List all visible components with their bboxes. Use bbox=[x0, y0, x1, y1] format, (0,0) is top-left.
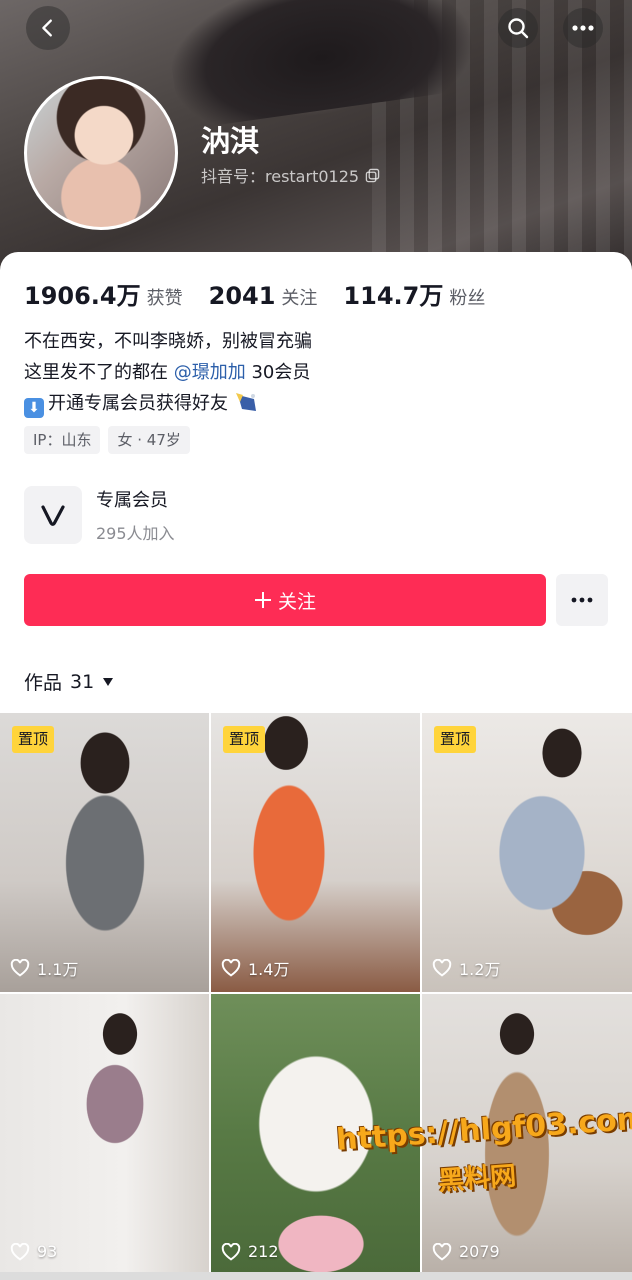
video-thumbnail[interactable]: 93 bbox=[0, 994, 209, 1273]
profile-nickname: 汭淇 bbox=[201, 124, 260, 158]
bio-text: 开通专属会员获得好友 bbox=[48, 393, 228, 414]
thumbnail-image bbox=[211, 713, 420, 992]
pinned-badge: 置顶 bbox=[223, 726, 266, 753]
works-count: 31 bbox=[70, 670, 95, 693]
search-icon bbox=[508, 18, 529, 39]
membership-logo bbox=[24, 486, 82, 544]
likes-count: 93 bbox=[37, 1242, 58, 1261]
follow-button[interactable]: 关注 bbox=[24, 574, 546, 626]
stat-value: 1906.4万 bbox=[24, 282, 141, 310]
video-likes: 212 bbox=[221, 1242, 279, 1261]
membership-title: 专属会员 bbox=[96, 490, 168, 511]
video-likes: 1.2万 bbox=[432, 956, 500, 980]
membership-text: 专属会员 295人加入 bbox=[96, 486, 175, 544]
stat-value: 2041 bbox=[208, 282, 276, 310]
heart-outline-icon bbox=[221, 959, 241, 977]
follow-label: 关注 bbox=[277, 590, 316, 613]
back-button[interactable] bbox=[26, 6, 70, 50]
bio-line: 这里发不了的都在 @璟加加 30会员 bbox=[24, 357, 312, 388]
membership-subtitle: 295人加入 bbox=[96, 524, 175, 543]
copy-icon[interactable] bbox=[365, 168, 380, 183]
video-thumbnail[interactable]: 置顶 1.4万 bbox=[211, 713, 420, 992]
video-likes: 2079 bbox=[432, 1242, 500, 1261]
bio-line: 不在西安，不叫李晓娇，别被冒充骗 bbox=[24, 331, 312, 352]
stat-following[interactable]: 2041 关注 bbox=[209, 282, 318, 310]
likes-count: 1.1万 bbox=[37, 960, 79, 979]
video-likes: 93 bbox=[10, 1242, 57, 1261]
plus-icon bbox=[254, 592, 271, 608]
stat-label: 关注 bbox=[281, 288, 318, 309]
stat-value: 114.7万 bbox=[343, 282, 444, 310]
stat-likes[interactable]: 1906.4万 获赞 bbox=[24, 276, 183, 311]
chevron-left-icon bbox=[42, 19, 52, 37]
video-likes: 1.4万 bbox=[221, 956, 289, 980]
more-horizontal-icon bbox=[572, 25, 594, 31]
likes-count: 1.2万 bbox=[459, 960, 501, 979]
gender-age-tag: 女 · 47岁 bbox=[108, 426, 190, 454]
video-grid: 置顶 1.1万 置顶 1.4万 置顶 1.2万 93 212 2079 bbox=[0, 713, 632, 1273]
tab-works[interactable]: 作品 31 bbox=[24, 668, 114, 695]
heart-outline-icon bbox=[432, 1242, 452, 1261]
likes-count: 2079 bbox=[459, 1242, 500, 1261]
stat-label: 获赞 bbox=[146, 288, 183, 309]
heart-outline-icon bbox=[432, 959, 452, 977]
profile-stats: 1906.4万 获赞 2041 关注 114.7万 粉丝 bbox=[24, 276, 511, 311]
next-row-peek bbox=[0, 1272, 632, 1280]
avatar[interactable] bbox=[24, 76, 178, 230]
works-label: 作品 bbox=[24, 672, 63, 694]
v-logo-icon bbox=[41, 505, 65, 526]
arrow-down-emoji-icon: ⬇ bbox=[24, 398, 44, 418]
video-likes: 1.1万 bbox=[10, 956, 78, 980]
profile-more-button[interactable] bbox=[556, 574, 608, 626]
profile-bio: 不在西安，不叫李晓娇，别被冒充骗 这里发不了的都在 @璟加加 30会员 ⬇ 开通专… bbox=[24, 326, 312, 419]
caret-down-icon bbox=[103, 677, 114, 686]
watermark-name: 黑料网 bbox=[437, 1161, 518, 1197]
stat-followers[interactable]: 114.7万 粉丝 bbox=[343, 276, 485, 311]
thumbnail-image bbox=[0, 994, 209, 1273]
thumbnail-image bbox=[422, 713, 632, 992]
thumbnail-image bbox=[0, 713, 209, 992]
sparkle-emoji-icon bbox=[235, 393, 256, 411]
mention-link[interactable]: @璟加加 bbox=[174, 362, 246, 383]
video-thumbnail[interactable]: 置顶 1.1万 bbox=[0, 713, 209, 992]
ip-location-tag: IP：山东 bbox=[24, 426, 101, 454]
likes-count: 212 bbox=[248, 1242, 279, 1261]
bio-text: 这里发不了的都在 bbox=[24, 362, 174, 383]
pinned-badge: 置顶 bbox=[434, 726, 477, 753]
more-horizontal-icon bbox=[571, 597, 593, 603]
profile-tags: IP：山东 女 · 47岁 bbox=[24, 426, 190, 454]
pinned-badge: 置顶 bbox=[12, 726, 55, 753]
video-thumbnail[interactable]: 置顶 1.2万 bbox=[422, 713, 632, 992]
douyin-id: 抖音号：restart0125 bbox=[201, 167, 360, 186]
search-button[interactable] bbox=[498, 8, 538, 48]
likes-count: 1.4万 bbox=[248, 960, 290, 979]
heart-outline-icon bbox=[10, 1242, 30, 1261]
heart-outline-icon bbox=[221, 1242, 241, 1261]
membership-entry[interactable]: 专属会员 295人加入 bbox=[24, 484, 614, 546]
bio-line: ⬇ 开通专属会员获得好友 bbox=[24, 388, 312, 419]
more-options-button[interactable] bbox=[563, 8, 603, 48]
bio-text: 30会员 bbox=[245, 362, 311, 383]
stat-label: 粉丝 bbox=[449, 288, 486, 309]
douyin-id-row[interactable]: 抖音号：restart0125 bbox=[201, 163, 380, 187]
heart-outline-icon bbox=[10, 959, 30, 977]
